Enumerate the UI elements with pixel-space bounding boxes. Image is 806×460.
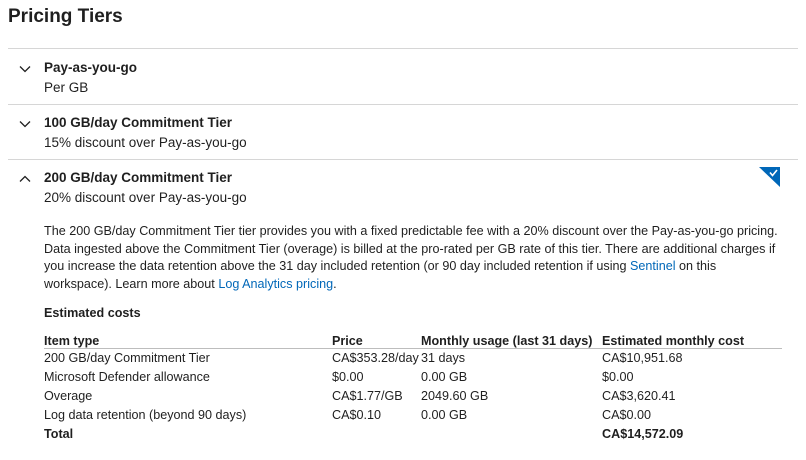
table-row: Log data retention (beyond 90 days) CA$0… [44, 405, 782, 424]
sentinel-link[interactable]: Sentinel [630, 259, 676, 273]
cell-item-type: Overage [44, 388, 93, 403]
column-header: Price [332, 333, 363, 348]
cell-item-type: 200 GB/day Commitment Tier [44, 350, 210, 365]
cell-price: CA$0.10 [332, 407, 382, 422]
cell-item-type: Microsoft Defender allowance [44, 369, 210, 384]
chevron-up-icon[interactable] [18, 172, 34, 188]
total-row: Total CA$14,572.09 [44, 424, 782, 443]
table-header-row: Item type Price Monthly usage (last 31 d… [44, 329, 782, 348]
tier-subtitle: 15% discount over Pay-as-you-go [44, 135, 247, 150]
log-analytics-pricing-link[interactable]: Log Analytics pricing [218, 277, 333, 291]
cell-item-type: Log data retention (beyond 90 days) [44, 407, 247, 422]
total-value: CA$14,572.09 [602, 426, 684, 441]
tier-description: The 200 GB/day Commitment Tier tier prov… [44, 223, 784, 293]
cell-usage: 2049.60 GB [421, 388, 489, 403]
tier-subtitle: 20% discount over Pay-as-you-go [44, 190, 247, 205]
cell-cost: CA$10,951.68 [602, 350, 683, 365]
divider [8, 48, 798, 49]
tier-name: Pay-as-you-go [44, 60, 138, 75]
selected-checkmark-icon [759, 167, 780, 187]
cell-cost: CA$3,620.41 [602, 388, 676, 403]
cell-empty [421, 424, 602, 443]
tier-name: 200 GB/day Commitment Tier [44, 170, 233, 185]
cell-usage: 0.00 GB [421, 369, 468, 384]
column-header: Item type [44, 333, 100, 348]
tier-subtitle: Per GB [44, 80, 89, 95]
table-row: 200 GB/day Commitment Tier CA$353.28/day… [44, 348, 782, 367]
description-text: . [333, 276, 337, 291]
chevron-down-icon[interactable] [18, 62, 34, 78]
cell-empty [332, 424, 421, 443]
chevron-down-icon[interactable] [18, 117, 34, 133]
divider [8, 104, 798, 105]
estimated-costs-table: Item type Price Monthly usage (last 31 d… [44, 329, 782, 443]
tier-name: 100 GB/day Commitment Tier [44, 115, 233, 130]
cell-price: $0.00 [332, 369, 364, 384]
cell-price: CA$1.77/GB [332, 388, 403, 403]
table-row: Overage CA$1.77/GB 2049.60 GB CA$3,620.4… [44, 386, 782, 405]
table-row: Microsoft Defender allowance $0.00 0.00 … [44, 367, 782, 386]
tier-100gb-commitment[interactable]: 100 GB/day Commitment Tier 15% discount … [8, 115, 798, 155]
tier-200gb-commitment[interactable]: 200 GB/day Commitment Tier 20% discount … [8, 170, 798, 210]
cell-cost: CA$0.00 [602, 407, 652, 422]
cell-cost: $0.00 [602, 369, 634, 384]
column-header: Monthly usage (last 31 days) [421, 333, 593, 348]
tier-pay-as-you-go[interactable]: Pay-as-you-go Per GB [8, 60, 798, 100]
total-label: Total [44, 426, 74, 441]
cell-usage: 0.00 GB [421, 407, 468, 422]
cell-usage: 31 days [421, 350, 466, 365]
page-title: Pricing Tiers [8, 6, 123, 27]
estimated-costs-title: Estimated costs [44, 306, 141, 320]
column-header: Estimated monthly cost [602, 333, 745, 348]
divider [8, 159, 798, 160]
cell-price: CA$353.28/day [332, 350, 419, 365]
